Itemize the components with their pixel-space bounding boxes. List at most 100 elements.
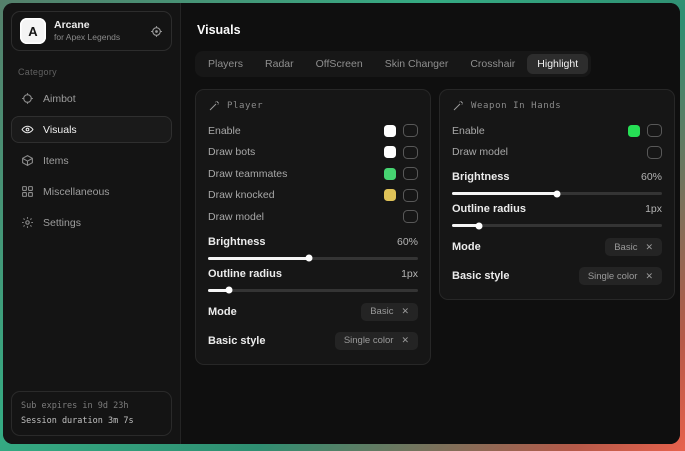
- select-value: Single color: [344, 335, 394, 346]
- app-subtitle: for Apex Legends: [54, 32, 120, 43]
- main-content: Visuals Players Radar OffScreen Skin Cha…: [181, 3, 680, 444]
- slider-thumb[interactable]: [305, 255, 312, 262]
- toggle-row-draw-model: Draw model: [208, 206, 418, 228]
- subscription-info: Sub expires in 9d 23h Session duration 3…: [11, 391, 172, 436]
- app-window: A Arcane for Apex Legends Category Aimbo…: [3, 3, 680, 444]
- sidebar-item-aimbot[interactable]: Aimbot: [11, 85, 172, 112]
- tab-skin-changer[interactable]: Skin Changer: [375, 54, 459, 74]
- slider-track[interactable]: [208, 257, 418, 260]
- scope-icon[interactable]: [150, 25, 163, 38]
- select-basic-style: Basic style Single color ✕: [208, 332, 418, 350]
- package-icon: [21, 154, 34, 167]
- sidebar-items: Aimbot Visuals Items Miscellaneous Setti…: [11, 83, 172, 238]
- color-swatch[interactable]: [384, 146, 396, 158]
- app-name: Arcane: [54, 19, 120, 33]
- slider-value: 60%: [397, 236, 418, 248]
- select-label: Basic style: [452, 270, 509, 282]
- slider-thumb[interactable]: [226, 287, 233, 294]
- close-icon[interactable]: ✕: [645, 242, 653, 253]
- panel-player: Player Enable Draw bots Draw teammates D…: [195, 89, 431, 365]
- tab-crosshair[interactable]: Crosshair: [460, 54, 525, 74]
- panel-header: Player: [208, 100, 418, 112]
- sidebar-item-visuals[interactable]: Visuals: [11, 116, 172, 143]
- sidebar-item-label: Visuals: [43, 124, 77, 136]
- wand-icon: [208, 100, 220, 112]
- select-chip[interactable]: Single color ✕: [579, 267, 662, 285]
- toggle-label: Enable: [452, 125, 485, 137]
- color-swatch[interactable]: [384, 189, 396, 201]
- select-label: Basic style: [208, 335, 265, 347]
- tab-highlight[interactable]: Highlight: [527, 54, 588, 74]
- color-swatch[interactable]: [384, 125, 396, 137]
- tab-bar: Players Radar OffScreen Skin Changer Cro…: [195, 51, 591, 77]
- sidebar-item-settings[interactable]: Settings: [11, 209, 172, 236]
- gear-icon: [21, 216, 34, 229]
- close-icon[interactable]: ✕: [401, 335, 409, 346]
- select-chip[interactable]: Basic ✕: [605, 238, 662, 256]
- checkbox[interactable]: [403, 189, 418, 202]
- select-chip[interactable]: Basic ✕: [361, 303, 418, 321]
- slider-brightness: Brightness 60%: [208, 236, 418, 260]
- panel-title: Player: [227, 101, 263, 111]
- sub-expiry-text: Sub expires in 9d 23h: [21, 399, 162, 413]
- select-chip[interactable]: Single color ✕: [335, 332, 418, 350]
- toggle-row-enable: Enable: [208, 120, 418, 142]
- slider-fill: [452, 192, 557, 195]
- eye-icon: [21, 123, 34, 136]
- checkbox[interactable]: [647, 146, 662, 159]
- slider-brightness: Brightness 60%: [452, 171, 662, 195]
- slider-thumb[interactable]: [476, 222, 483, 229]
- crosshair-icon: [21, 92, 34, 105]
- toggle-label: Enable: [208, 125, 241, 137]
- slider-label: Outline radius: [452, 203, 526, 215]
- toggle-label: Draw bots: [208, 146, 255, 158]
- sidebar-item-label: Settings: [43, 217, 81, 229]
- select-label: Mode: [208, 306, 237, 318]
- toggle-row-draw-bots: Draw bots: [208, 142, 418, 164]
- slider-outline-radius: Outline radius 1px: [452, 203, 662, 227]
- app-title-block: Arcane for Apex Legends: [54, 19, 120, 44]
- slider-track[interactable]: [452, 192, 662, 195]
- sidebar-header: A Arcane for Apex Legends: [11, 11, 172, 51]
- sidebar-item-label: Aimbot: [43, 93, 76, 105]
- panel-header: Weapon In Hands: [452, 100, 662, 112]
- panel-title: Weapon In Hands: [471, 101, 561, 111]
- sidebar-item-miscellaneous[interactable]: Miscellaneous: [11, 178, 172, 205]
- app-logo: A: [20, 18, 46, 44]
- slider-label: Brightness: [208, 236, 265, 248]
- slider-fill: [208, 257, 309, 260]
- toggle-row-draw-teammates: Draw teammates: [208, 163, 418, 185]
- select-label: Mode: [452, 241, 481, 253]
- checkbox[interactable]: [403, 124, 418, 137]
- page-title: Visuals: [197, 23, 666, 37]
- checkbox[interactable]: [403, 167, 418, 180]
- checkbox[interactable]: [403, 146, 418, 159]
- tab-offscreen[interactable]: OffScreen: [306, 54, 373, 74]
- wand-icon: [452, 100, 464, 112]
- select-value: Basic: [614, 242, 637, 253]
- select-value: Single color: [588, 271, 638, 282]
- color-swatch[interactable]: [384, 168, 396, 180]
- checkbox[interactable]: [647, 124, 662, 137]
- close-icon[interactable]: ✕: [645, 271, 653, 282]
- slider-value: 1px: [401, 268, 418, 280]
- slider-track[interactable]: [452, 224, 662, 227]
- sidebar-item-items[interactable]: Items: [11, 147, 172, 174]
- close-icon[interactable]: ✕: [401, 306, 409, 317]
- toggle-label: Draw model: [452, 146, 508, 158]
- category-label: Category: [18, 67, 165, 77]
- checkbox[interactable]: [403, 210, 418, 223]
- slider-label: Outline radius: [208, 268, 282, 280]
- slider-track[interactable]: [208, 289, 418, 292]
- slider-thumb[interactable]: [554, 190, 561, 197]
- panels-row: Player Enable Draw bots Draw teammates D…: [195, 89, 666, 365]
- select-mode: Mode Basic ✕: [452, 238, 662, 256]
- tab-radar[interactable]: Radar: [255, 54, 304, 74]
- tab-players[interactable]: Players: [198, 54, 253, 74]
- color-swatch[interactable]: [628, 125, 640, 137]
- slider-value: 1px: [645, 203, 662, 215]
- slider-outline-radius: Outline radius 1px: [208, 268, 418, 292]
- session-duration-text: Session duration 3m 7s: [21, 414, 162, 428]
- sidebar: A Arcane for Apex Legends Category Aimbo…: [3, 3, 181, 444]
- toggle-row-enable: Enable: [452, 120, 662, 142]
